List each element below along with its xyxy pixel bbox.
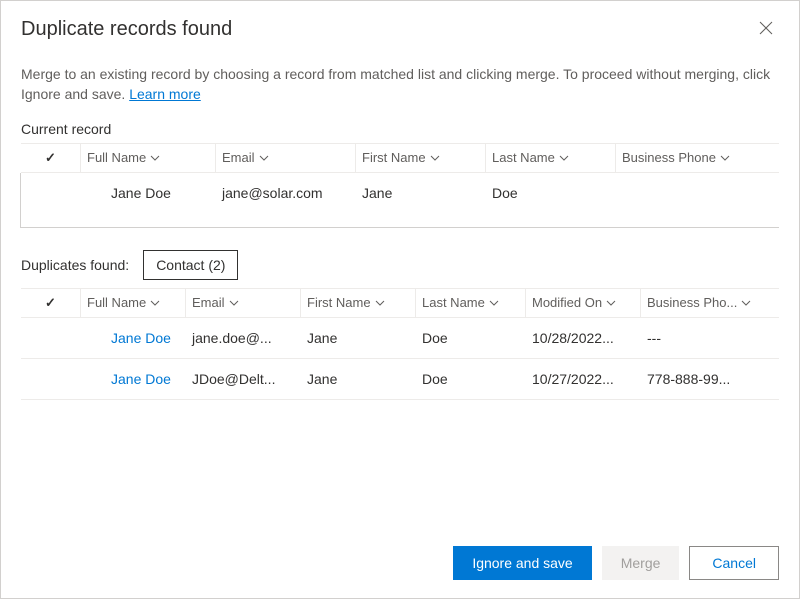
- duplicates-found-bar: Duplicates found: Contact (2): [21, 250, 779, 280]
- col-full-name[interactable]: Full Name: [81, 144, 216, 172]
- dup-email: JDoe@Delt...: [186, 359, 301, 399]
- dialog-header: Duplicate records found: [1, 1, 799, 50]
- dcol-first-name[interactable]: First Name: [301, 289, 416, 317]
- dcol-email[interactable]: Email: [186, 289, 301, 317]
- chevron-down-icon: [229, 298, 239, 308]
- duplicate-records-dialog: Duplicate records found Merge to an exis…: [0, 0, 800, 599]
- current-record-row[interactable]: Jane Doe jane@solar.com Jane Doe: [21, 173, 779, 213]
- dup-check-cell: [21, 318, 81, 358]
- col-first-name-label: First Name: [362, 150, 426, 165]
- current-record-table: ✓ Full Name Email First Name Last Name: [21, 143, 779, 228]
- duplicates-header-row: ✓ Full Name Email First Name Last Name: [21, 288, 779, 318]
- chevron-down-icon: [489, 298, 499, 308]
- current-last-name: Doe: [486, 173, 616, 213]
- dcol-modified-on-label: Modified On: [532, 295, 602, 310]
- current-email: jane@solar.com: [216, 173, 356, 213]
- dcol-full-name[interactable]: Full Name: [81, 289, 186, 317]
- dup-business-phone: 778-888-99...: [641, 359, 761, 399]
- dup-full-name-link[interactable]: Jane Doe: [81, 359, 186, 399]
- dup-check-cell: [21, 359, 81, 399]
- duplicate-row[interactable]: Jane Doe jane.doe@... Jane Doe 10/28/202…: [21, 318, 779, 359]
- chevron-down-icon: [375, 298, 385, 308]
- current-business-phone: [616, 173, 766, 213]
- current-first-name: Jane: [356, 173, 486, 213]
- chevron-down-icon: [720, 153, 730, 163]
- dialog-title: Duplicate records found: [21, 18, 232, 41]
- dcol-last-name-label: Last Name: [422, 295, 485, 310]
- chevron-down-icon: [150, 298, 160, 308]
- dcol-business-phone-label: Business Pho...: [647, 295, 737, 310]
- dup-email: jane.doe@...: [186, 318, 301, 358]
- col-last-name[interactable]: Last Name: [486, 144, 616, 172]
- current-record-header-row: ✓ Full Name Email First Name Last Name: [21, 143, 779, 173]
- current-record-row-wrap: Jane Doe jane@solar.com Jane Doe: [20, 173, 779, 228]
- dcol-last-name[interactable]: Last Name: [416, 289, 526, 317]
- instructions-text: Merge to an existing record by choosing …: [21, 64, 779, 105]
- current-full-name: Jane Doe: [81, 173, 216, 213]
- chevron-down-icon: [259, 153, 269, 163]
- dcol-modified-on[interactable]: Modified On: [526, 289, 641, 317]
- col-last-name-label: Last Name: [492, 150, 555, 165]
- dup-modified-on: 10/27/2022...: [526, 359, 641, 399]
- chevron-down-icon: [430, 153, 440, 163]
- dcol-full-name-label: Full Name: [87, 295, 146, 310]
- chevron-down-icon: [150, 153, 160, 163]
- learn-more-link[interactable]: Learn more: [129, 86, 201, 102]
- dup-modified-on: 10/28/2022...: [526, 318, 641, 358]
- dup-first-name: Jane: [301, 359, 416, 399]
- merge-button[interactable]: Merge: [602, 546, 680, 580]
- checkmark-icon: ✓: [45, 295, 56, 311]
- current-check-cell: [21, 173, 81, 213]
- dialog-body: Merge to an existing record by choosing …: [1, 50, 799, 528]
- col-business-phone-label: Business Phone: [622, 150, 716, 165]
- duplicates-found-label: Duplicates found:: [21, 257, 129, 273]
- col-email-label: Email: [222, 150, 255, 165]
- duplicate-row[interactable]: Jane Doe JDoe@Delt... Jane Doe 10/27/202…: [21, 359, 779, 400]
- current-record-label: Current record: [21, 121, 779, 137]
- dup-first-name: Jane: [301, 318, 416, 358]
- close-icon: [759, 23, 773, 38]
- dcol-email-label: Email: [192, 295, 225, 310]
- checkmark-icon: ✓: [45, 150, 56, 166]
- dup-check-header[interactable]: ✓: [21, 289, 81, 317]
- dcol-business-phone[interactable]: Business Pho...: [641, 289, 761, 317]
- cancel-button[interactable]: Cancel: [689, 546, 779, 580]
- duplicates-table: ✓ Full Name Email First Name Last Name: [21, 288, 779, 400]
- dialog-footer: Ignore and save Merge Cancel: [1, 528, 799, 598]
- chevron-down-icon: [559, 153, 569, 163]
- chevron-down-icon: [741, 298, 751, 308]
- contact-count-chip[interactable]: Contact (2): [143, 250, 238, 280]
- ignore-and-save-button[interactable]: Ignore and save: [453, 546, 591, 580]
- dup-business-phone: ---: [641, 318, 761, 358]
- col-email[interactable]: Email: [216, 144, 356, 172]
- current-check-header[interactable]: ✓: [21, 144, 81, 172]
- chevron-down-icon: [606, 298, 616, 308]
- dup-last-name: Doe: [416, 359, 526, 399]
- col-full-name-label: Full Name: [87, 150, 146, 165]
- close-button[interactable]: [753, 15, 779, 44]
- dup-full-name-link[interactable]: Jane Doe: [81, 318, 186, 358]
- dcol-first-name-label: First Name: [307, 295, 371, 310]
- dup-last-name: Doe: [416, 318, 526, 358]
- col-first-name[interactable]: First Name: [356, 144, 486, 172]
- col-business-phone[interactable]: Business Phone: [616, 144, 766, 172]
